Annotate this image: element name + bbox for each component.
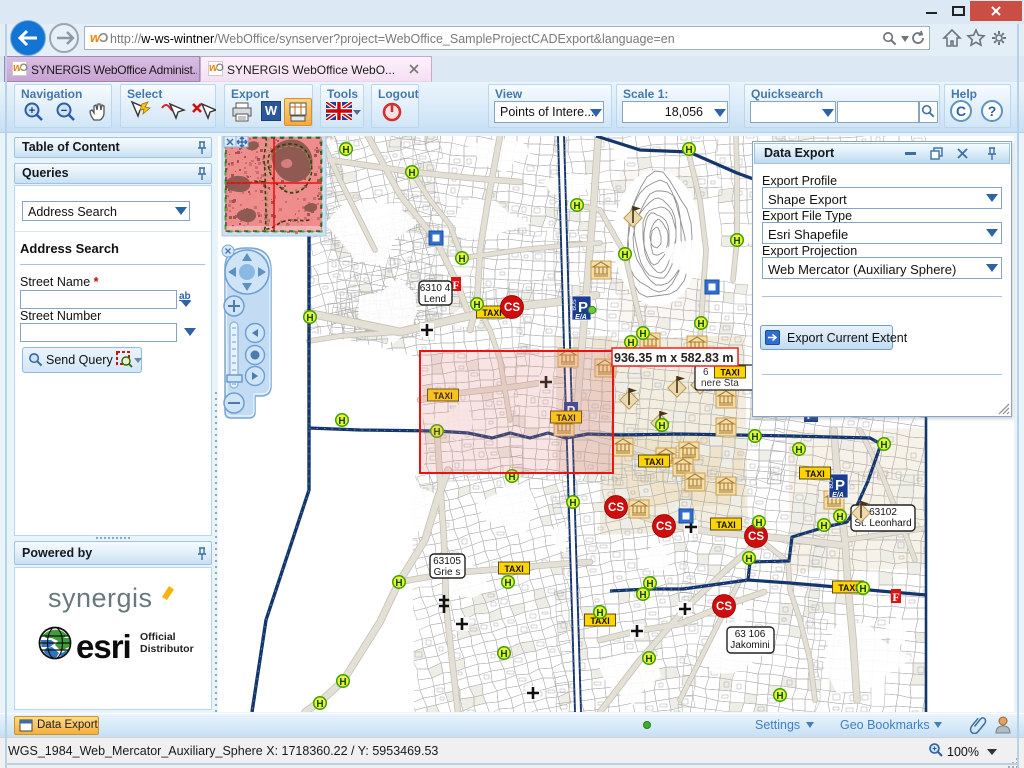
svg-text:E/A: E/A: [575, 314, 587, 321]
svg-text:H: H: [473, 300, 480, 311]
svg-text:Lend: Lend: [424, 294, 446, 305]
svg-text:+: +: [29, 105, 35, 117]
svg-text:6: 6: [703, 367, 709, 378]
svg-text:H: H: [733, 236, 740, 247]
svg-text:63 106: 63 106: [735, 629, 766, 640]
svg-text:Grie s: Grie s: [434, 567, 461, 578]
svg-text:TAXI: TAXI: [720, 368, 739, 378]
svg-text:H: H: [859, 584, 866, 595]
svg-text:H: H: [697, 319, 704, 330]
svg-text:H: H: [500, 649, 507, 660]
svg-text:H: H: [751, 432, 758, 443]
svg-text:H: H: [795, 445, 802, 456]
svg-text:H: H: [646, 579, 653, 590]
svg-text:CS: CS: [656, 521, 672, 533]
svg-text:TAXI: TAXI: [504, 564, 523, 574]
svg-text:H: H: [306, 313, 313, 324]
svg-text:nere Sta: nere Sta: [701, 378, 739, 389]
svg-text:−: −: [61, 105, 67, 117]
svg-text:63105: 63105: [433, 556, 461, 567]
svg-text:H: H: [639, 590, 646, 601]
svg-text:F: F: [452, 278, 459, 292]
svg-text:H: H: [776, 691, 783, 702]
svg-text:H: H: [685, 145, 692, 156]
svg-text:H: H: [658, 421, 665, 432]
svg-text:CS: CS: [608, 502, 624, 514]
svg-text:H: H: [820, 521, 827, 532]
svg-text:H: H: [339, 677, 346, 688]
svg-text:H: H: [836, 512, 843, 523]
svg-text:CS: CS: [504, 302, 520, 314]
svg-text:H: H: [342, 145, 349, 156]
svg-text:F: F: [892, 590, 899, 604]
svg-text:TAXI: TAXI: [644, 457, 663, 467]
svg-text:TAXI: TAXI: [482, 308, 501, 318]
svg-text:BUS: BUS: [572, 299, 578, 311]
svg-text:CS: CS: [716, 601, 732, 613]
svg-text:H: H: [458, 254, 465, 265]
svg-text:E/A: E/A: [832, 492, 844, 499]
svg-text:H: H: [316, 699, 323, 710]
svg-text:63102: 63102: [869, 507, 897, 518]
svg-text:H: H: [395, 578, 402, 589]
svg-text:CS: CS: [748, 531, 764, 543]
svg-text:H: H: [745, 554, 752, 565]
svg-text:6310 4: 6310 4: [420, 283, 451, 294]
svg-text:Jakomini: Jakomini: [730, 640, 769, 651]
svg-text:H: H: [569, 498, 576, 509]
svg-text:TAXI: TAXI: [805, 469, 824, 479]
svg-text:H: H: [880, 440, 887, 451]
svg-text:H: H: [755, 518, 762, 529]
svg-text:936.35 m x 582.83 m: 936.35 m x 582.83 m: [614, 351, 734, 365]
svg-text:TAXI: TAXI: [838, 583, 857, 593]
svg-text:TAXI: TAXI: [716, 520, 735, 530]
svg-text:H: H: [645, 654, 652, 665]
svg-text:H: H: [408, 168, 415, 179]
svg-text:H: H: [338, 416, 345, 427]
svg-text:H: H: [596, 608, 603, 619]
svg-text:H: H: [639, 329, 646, 340]
svg-text:H: H: [621, 250, 628, 261]
svg-text:H: H: [504, 578, 511, 589]
svg-text:H: H: [573, 201, 580, 212]
